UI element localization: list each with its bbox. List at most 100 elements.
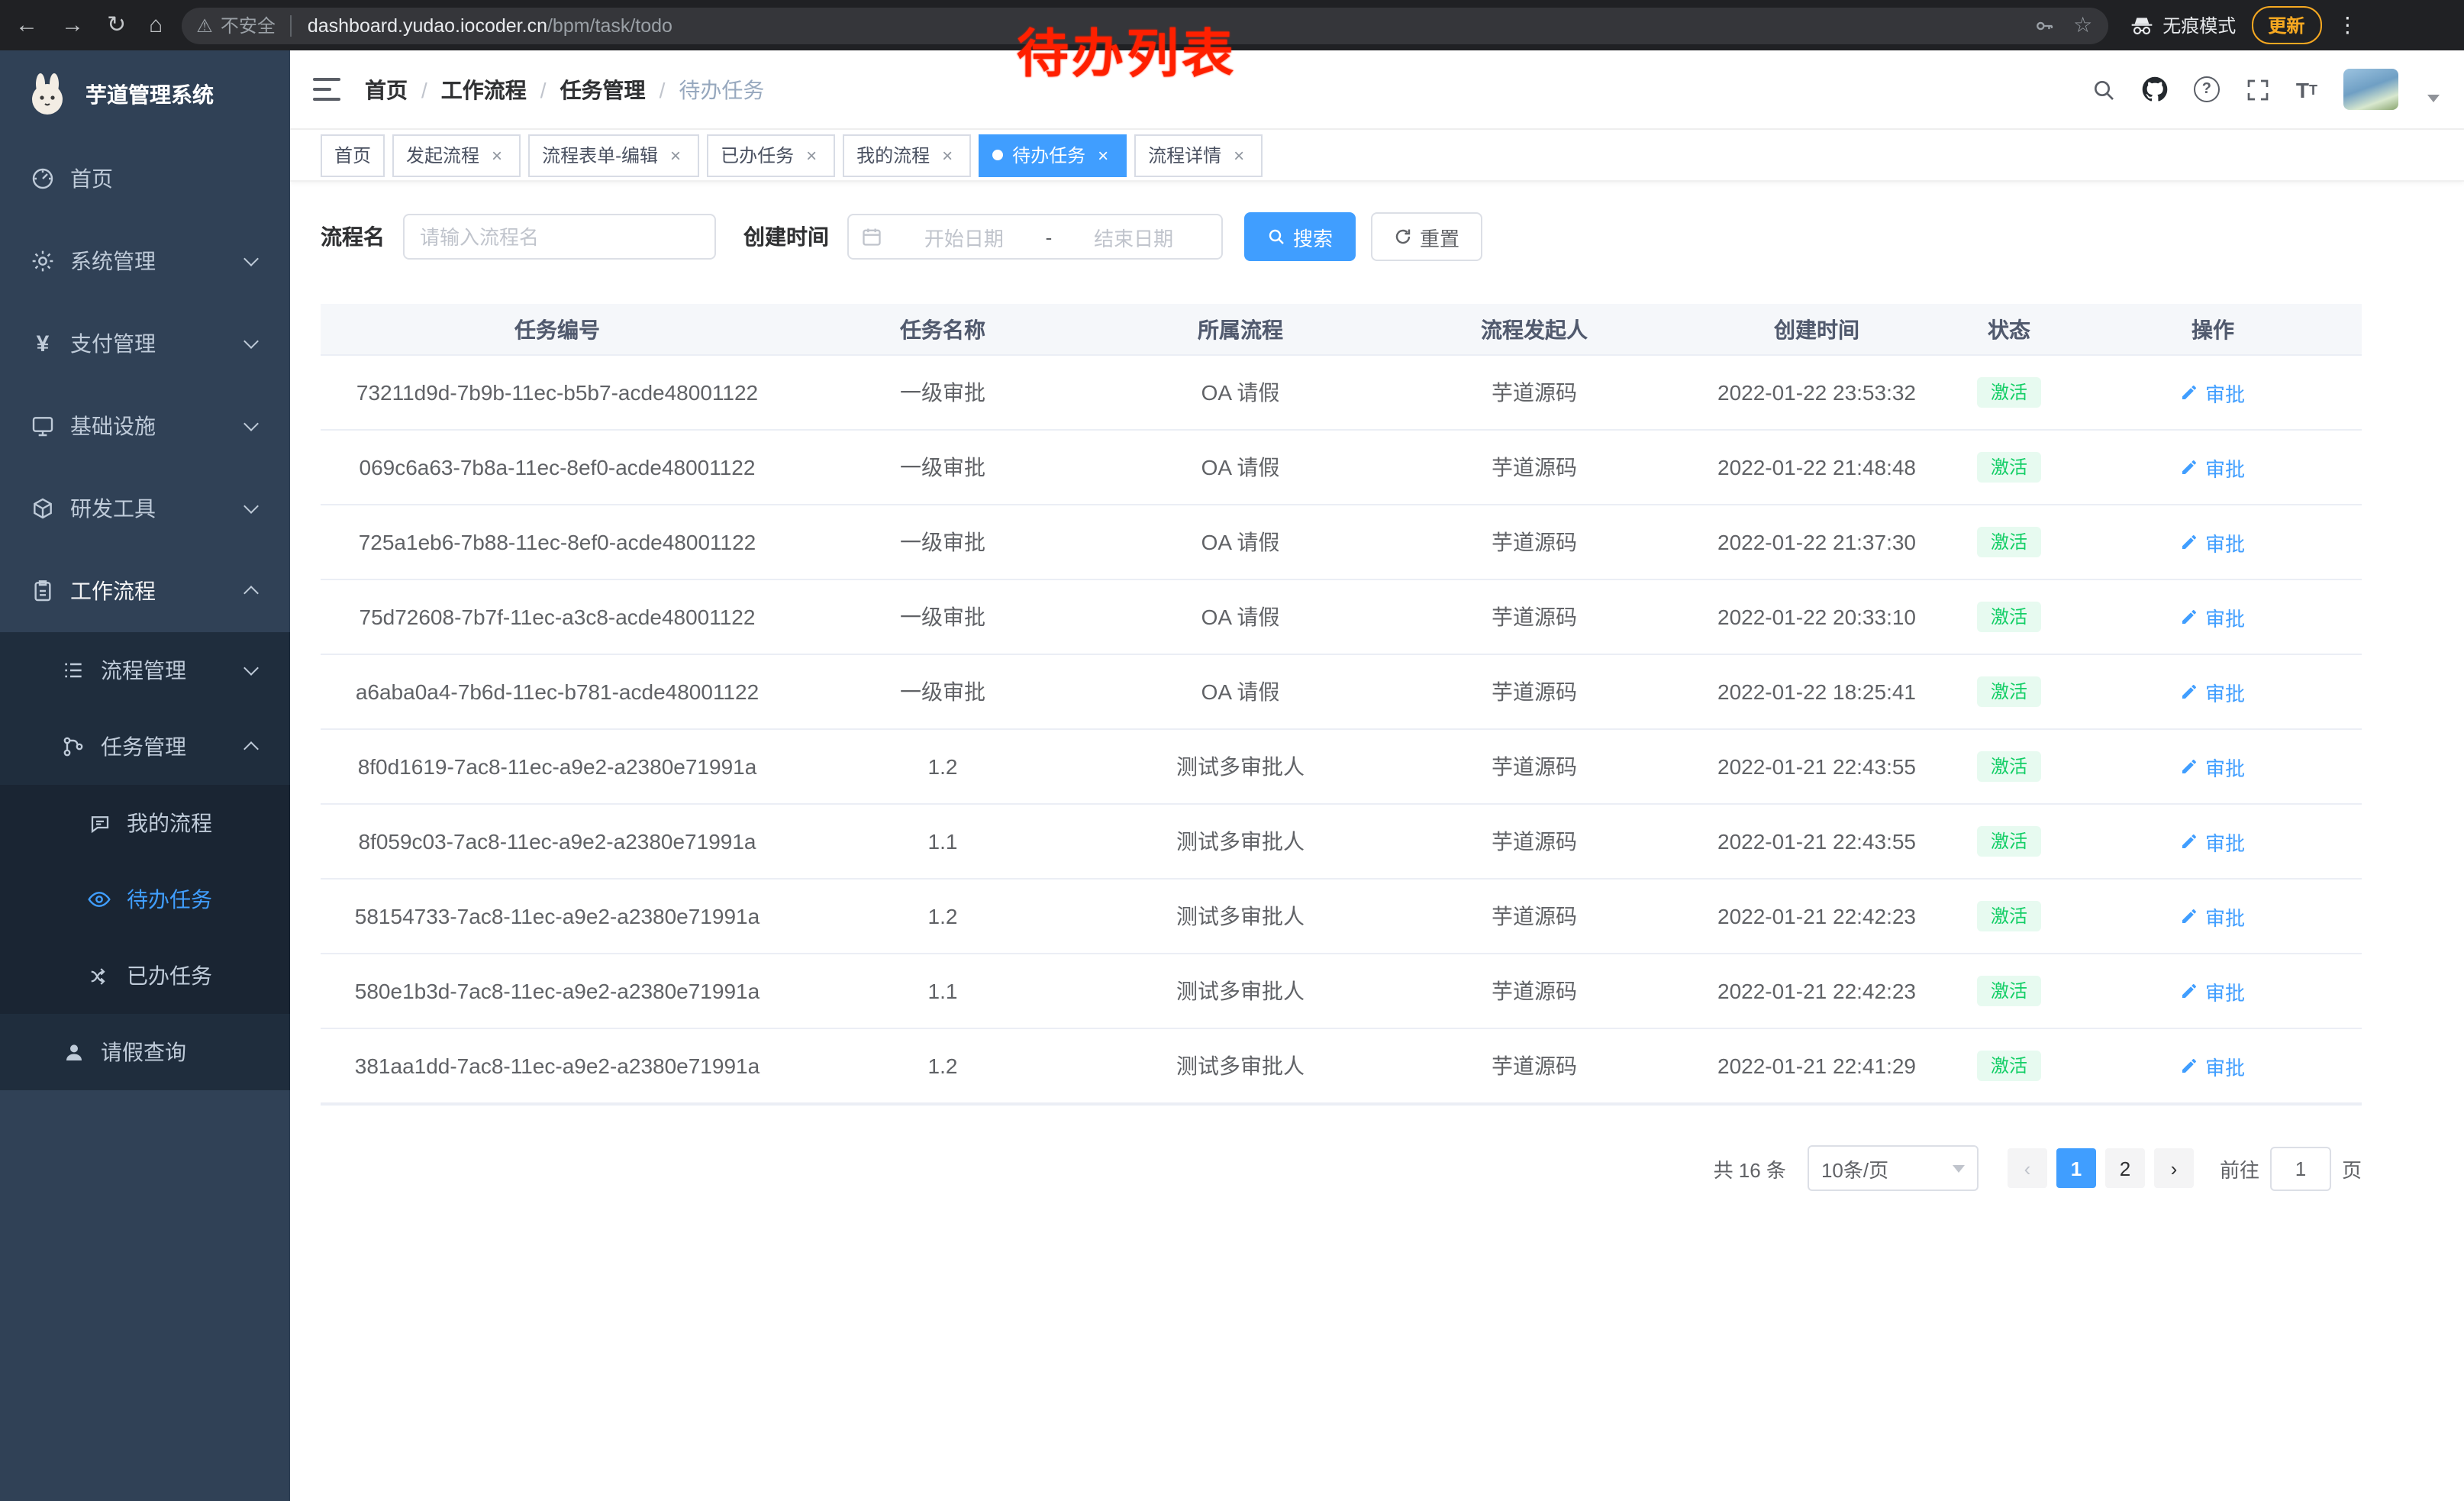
date-range-picker[interactable]: 开始日期 - 结束日期: [847, 214, 1223, 260]
status-badge: 激活: [1977, 751, 2041, 783]
hamburger-icon[interactable]: [313, 78, 340, 101]
sidebar-item-workflow[interactable]: 工作流程: [0, 550, 290, 632]
home-icon[interactable]: ⌂: [149, 14, 163, 37]
tab-close-icon[interactable]: ×: [1229, 145, 1249, 165]
cell-created-time: 2022-01-22 21:48:48: [1679, 455, 1954, 479]
sidebar-item-todo-tasks[interactable]: 待办任务: [0, 861, 290, 938]
tab-done-tasks[interactable]: 已办任务 ×: [707, 134, 835, 176]
approve-link[interactable]: 审批: [2181, 528, 2245, 557]
reload-icon[interactable]: ↻: [107, 14, 126, 37]
approve-link-label: 审批: [2205, 827, 2245, 856]
forward-icon[interactable]: →: [61, 14, 84, 37]
security-warning-icon[interactable]: ⚠: [196, 15, 213, 36]
tab-my-process[interactable]: 我的流程 ×: [843, 134, 971, 176]
approve-link[interactable]: 审批: [2181, 378, 2245, 407]
tab-close-icon[interactable]: ×: [666, 145, 685, 165]
approve-link[interactable]: 审批: [2181, 677, 2245, 706]
cell-actions: 审批: [2064, 378, 2362, 407]
table-row: 8f059c03-7ac8-11ec-a9e2-a2380e71991a 1.1…: [321, 805, 2362, 880]
sidebar-item-my-process[interactable]: 我的流程: [0, 785, 290, 861]
key-icon[interactable]: [2033, 15, 2055, 36]
process-name-input[interactable]: [403, 214, 716, 260]
end-date-placeholder[interactable]: 结束日期: [1058, 222, 1209, 251]
approve-link[interactable]: 审批: [2181, 1051, 2245, 1080]
breadcrumb-workflow[interactable]: 工作流程: [441, 74, 527, 105]
reset-button[interactable]: 重置: [1371, 212, 1482, 261]
cell-status: 激活: [1954, 527, 2064, 558]
approve-link[interactable]: 审批: [2181, 976, 2245, 1006]
goto-page-input[interactable]: [2270, 1146, 2331, 1190]
sidebar-item-done-tasks[interactable]: 已办任务: [0, 938, 290, 1014]
sidebar-item-system-management[interactable]: 系统管理: [0, 220, 290, 302]
cell-initiator: 芋道源码: [1389, 976, 1679, 1006]
cell-created-time: 2022-01-22 23:53:32: [1679, 380, 1954, 405]
url-domain[interactable]: dashboard.yudao.iocoder.cn: [308, 15, 547, 36]
font-size-icon[interactable]: TT: [2296, 77, 2317, 102]
tab-close-icon[interactable]: ×: [937, 145, 957, 165]
tab-process-form-edit[interactable]: 流程表单-编辑 ×: [528, 134, 699, 176]
edit-pencil-icon: [2181, 383, 2199, 402]
sidebar-item-label: 研发工具: [70, 493, 156, 524]
avatar-caret-icon[interactable]: [2427, 95, 2440, 102]
calendar-icon: [861, 226, 882, 247]
tab-todo-tasks[interactable]: 待办任务 ×: [979, 134, 1127, 176]
cell-task-id: 580e1b3d-7ac8-11ec-a9e2-a2380e71991a: [321, 979, 794, 1003]
cell-created-time: 2022-01-21 22:43:55: [1679, 754, 1954, 779]
app-logo[interactable]: 芋道管理系统: [0, 50, 290, 137]
search-icon[interactable]: [2091, 77, 2116, 102]
breadcrumb-task-management[interactable]: 任务管理: [560, 74, 646, 105]
page-button-2[interactable]: 2: [2105, 1148, 2145, 1188]
main-area: 首页 / 工作流程 / 任务管理 / 待办任务 ? TT: [290, 50, 2464, 1501]
start-date-placeholder[interactable]: 开始日期: [889, 222, 1040, 251]
tab-close-icon[interactable]: ×: [801, 145, 821, 165]
monitor-icon: [31, 414, 55, 438]
next-page-button[interactable]: ›: [2154, 1148, 2194, 1188]
cell-actions: 审批: [2064, 827, 2362, 856]
breadcrumb-home[interactable]: 首页: [365, 74, 408, 105]
cell-task-id: 75d72608-7b7f-11ec-a3c8-acde48001122: [321, 605, 794, 629]
sidebar-item-dev-tools[interactable]: 研发工具: [0, 467, 290, 550]
cell-process: OA 请假: [1092, 527, 1389, 557]
sidebar-item-label: 系统管理: [70, 246, 156, 276]
approve-link-label: 审批: [2205, 902, 2245, 931]
cell-task-name: 一级审批: [794, 602, 1092, 632]
sidebar-item-payment-management[interactable]: ¥ 支付管理: [0, 302, 290, 385]
page-button-1[interactable]: 1: [2056, 1148, 2096, 1188]
tab-start-process[interactable]: 发起流程 ×: [392, 134, 521, 176]
approve-link[interactable]: 审批: [2181, 902, 2245, 931]
sidebar-item-infrastructure[interactable]: 基础设施: [0, 385, 290, 467]
search-button[interactable]: 搜索: [1244, 212, 1356, 261]
security-label[interactable]: 不安全: [221, 12, 276, 38]
cell-initiator: 芋道源码: [1389, 602, 1679, 632]
sidebar-item-leave-query[interactable]: 请假查询: [0, 1014, 290, 1090]
tab-close-icon[interactable]: ×: [1093, 145, 1113, 165]
prev-page-button[interactable]: ‹: [2008, 1148, 2047, 1188]
cell-status: 激活: [1954, 1051, 2064, 1082]
avatar[interactable]: [2343, 69, 2398, 110]
chevron-down-icon: [243, 660, 259, 676]
sidebar-item-home[interactable]: 首页: [0, 137, 290, 220]
chevron-down-icon: [243, 499, 259, 514]
status-badge: 激活: [1977, 1051, 2041, 1082]
approve-link[interactable]: 审批: [2181, 752, 2245, 781]
back-icon[interactable]: ←: [15, 14, 38, 37]
approve-link-label: 审批: [2205, 528, 2245, 557]
fullscreen-icon[interactable]: [2246, 77, 2270, 102]
update-button[interactable]: 更新: [2251, 6, 2321, 44]
approve-link[interactable]: 审批: [2181, 602, 2245, 631]
help-icon[interactable]: ?: [2194, 76, 2220, 102]
sidebar-item-task-management[interactable]: 任务管理: [0, 709, 290, 785]
browser-menu-icon[interactable]: ⋮: [2337, 12, 2358, 38]
bookmark-star-icon[interactable]: ☆: [2073, 12, 2092, 38]
page-size-select[interactable]: 10条/页: [1808, 1145, 1979, 1191]
url-path[interactable]: /bpm/task/todo: [547, 15, 672, 36]
approve-link[interactable]: 审批: [2181, 453, 2245, 482]
tab-home[interactable]: 首页: [321, 134, 385, 176]
cell-task-name: 1.2: [794, 904, 1092, 928]
approve-link[interactable]: 审批: [2181, 827, 2245, 856]
github-icon[interactable]: [2142, 76, 2168, 102]
tab-process-detail[interactable]: 流程详情 ×: [1134, 134, 1263, 176]
sidebar-item-process-management[interactable]: 流程管理: [0, 632, 290, 709]
tab-close-icon[interactable]: ×: [487, 145, 507, 165]
annotation-overlay: 待办列表: [1017, 12, 1237, 87]
